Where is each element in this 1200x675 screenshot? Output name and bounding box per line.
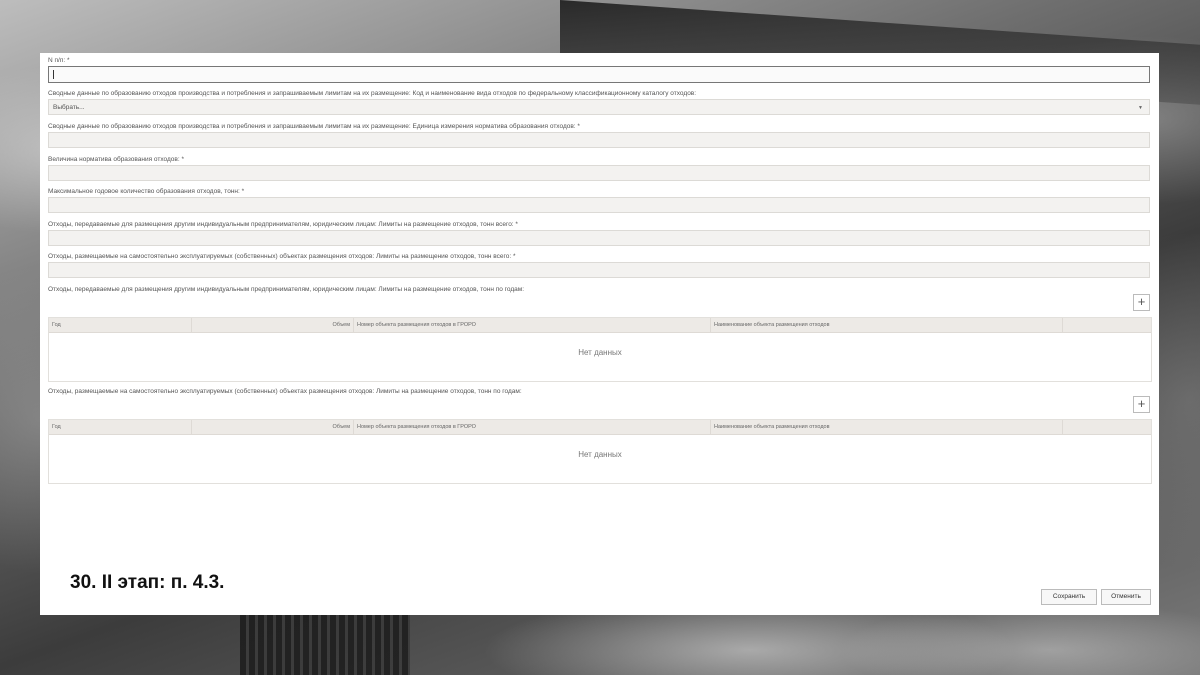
own-total-input[interactable]: [48, 262, 1150, 278]
column-header-year: Год: [49, 420, 192, 434]
field-label-own-total: Отходы, размещаемые на самостоятельно эк…: [48, 253, 516, 260]
empty-state: Нет данных: [578, 450, 622, 459]
field-label-norm-value: Величина норматива образования отходов: …: [48, 156, 185, 163]
transfer-total-input[interactable]: [48, 230, 1150, 246]
transfer-by-year-table: Год Объем Номер объекта размещения отход…: [48, 317, 1152, 382]
text-caret: [53, 70, 54, 79]
column-header-groro-number: Номер объекта размещения отходов в ГРОРО: [354, 420, 711, 434]
field-label-unit: Сводные данные по образованию отходов пр…: [48, 123, 580, 130]
own-by-year-table: Год Объем Номер объекта размещения отход…: [48, 419, 1152, 484]
field-label-transfer-total: Отходы, передаваемые для размещения друг…: [48, 221, 518, 228]
slide-caption: 30. II этап: п. 4.3.: [70, 572, 225, 593]
cancel-button[interactable]: Отменить: [1101, 589, 1151, 605]
field-label-waste-code: Сводные данные по образованию отходов пр…: [48, 90, 697, 97]
save-button[interactable]: Сохранить: [1041, 589, 1097, 605]
column-header-volume: Объем: [192, 420, 354, 434]
column-header-object-name: Наименование объекта размещения отходов: [711, 420, 1063, 434]
column-header-actions: [1063, 420, 1151, 434]
add-row-button[interactable]: +: [1133, 396, 1150, 413]
add-row-button[interactable]: +: [1133, 294, 1150, 311]
select-value: Выбрать...: [53, 104, 85, 111]
column-header-year: Год: [49, 318, 192, 332]
max-annual-input[interactable]: [48, 197, 1150, 213]
table-label-own-by-year: Отходы, размещаемые на самостоятельно эк…: [48, 388, 522, 395]
unit-input[interactable]: [48, 132, 1150, 148]
form-panel: N п/п: * Сводные данные по образованию о…: [40, 53, 1159, 615]
chevron-down-icon: ▼: [1138, 105, 1143, 111]
field-label-max-annual: Максимальное годовое количество образова…: [48, 188, 245, 195]
field-label-number: N п/п: *: [48, 57, 70, 64]
column-header-volume: Объем: [192, 318, 354, 332]
table-header: Год Объем Номер объекта размещения отход…: [49, 318, 1151, 333]
waste-code-select[interactable]: Выбрать... ▼: [48, 99, 1150, 115]
column-header-groro-number: Номер объекта размещения отходов в ГРОРО: [354, 318, 711, 332]
table-header: Год Объем Номер объекта размещения отход…: [49, 420, 1151, 435]
background-tower: [240, 610, 410, 675]
number-input[interactable]: [48, 66, 1150, 83]
empty-state: Нет данных: [578, 348, 622, 357]
column-header-actions: [1063, 318, 1151, 332]
table-label-transfer-by-year: Отходы, передаваемые для размещения друг…: [48, 286, 525, 293]
norm-value-input[interactable]: [48, 165, 1150, 181]
column-header-object-name: Наименование объекта размещения отходов: [711, 318, 1063, 332]
